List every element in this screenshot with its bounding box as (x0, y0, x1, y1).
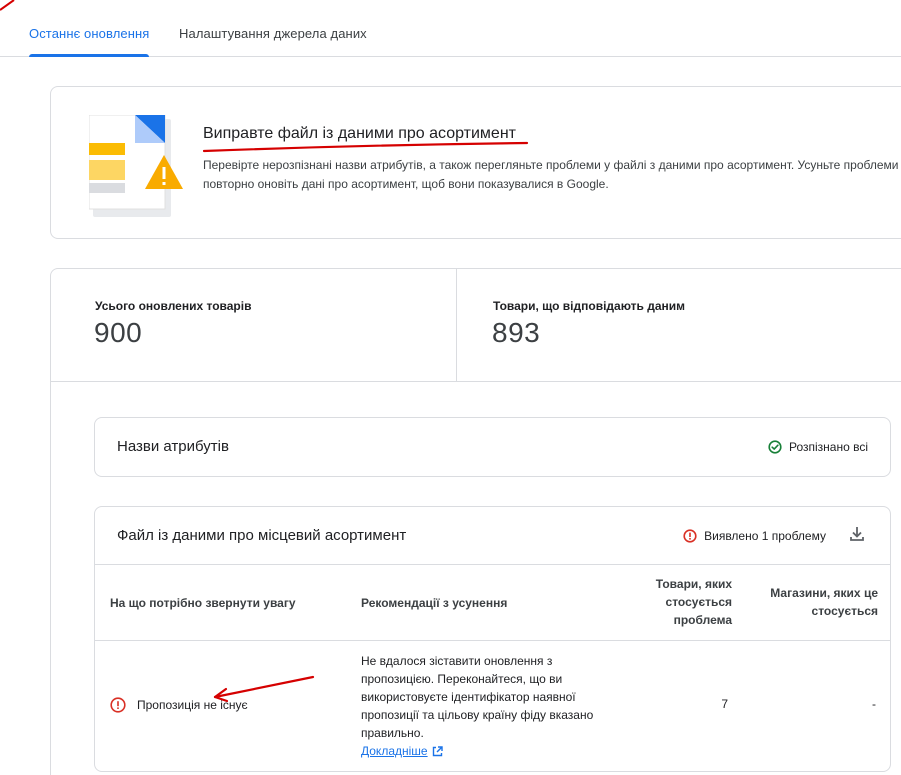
alert-description: Перевірте нерозпізнані назви атрибутів, … (203, 158, 901, 191)
annotation-corner-mark (0, 0, 15, 11)
stat-divider (456, 269, 457, 381)
file-issue-status: Виявлено 1 проблему (683, 529, 826, 543)
attribute-status: Розпізнано всі (768, 440, 868, 454)
learn-more-link[interactable]: Докладніше (361, 742, 443, 760)
document-warning-icon (89, 115, 183, 217)
error-icon (110, 697, 126, 713)
file-card-title: Файл із даними про місцевий асортимент (117, 527, 407, 544)
download-icon[interactable] (848, 525, 866, 543)
error-icon (683, 529, 697, 543)
fix-feed-alert-card: Виправте файл із даними про асортимент П… (50, 86, 901, 239)
column-header-recommendation: Рекомендації з усунення (361, 596, 508, 610)
file-issue-status-text: Виявлено 1 проблему (704, 529, 826, 543)
attribute-names-title: Назви атрибутів (117, 438, 229, 455)
total-updated-label: Усього оновлених товарів (95, 299, 252, 313)
recommendation-text: Не вдалося зіставити оновлення з пропози… (361, 654, 594, 740)
column-header-issue: На що потрібно звернути увагу (110, 596, 296, 610)
affected-products-count: 7 (721, 697, 728, 711)
stat-divider-horizontal (51, 381, 901, 382)
annotation-underline (203, 141, 529, 153)
tab-latest-update[interactable]: Останнє оновлення (29, 26, 149, 41)
tab-bar: Останнє оновлення Налаштування джерела д… (0, 0, 901, 57)
column-header-products: Товари, яких стосується проблема (655, 577, 732, 627)
attribute-names-card[interactable]: Назви атрибутів Розпізнано всі (94, 417, 891, 477)
active-tab-indicator (29, 54, 149, 57)
column-header-stores: Магазини, яких це стосується (770, 586, 878, 618)
check-circle-icon (768, 440, 782, 454)
total-updated-value: 900 (94, 317, 143, 348)
issues-table-header: На що потрібно звернути увагу Рекомендац… (95, 564, 890, 641)
local-inventory-file-card: Файл із даними про місцевий асортимент В… (94, 506, 891, 772)
matched-products-label: Товари, що відповідають даним (493, 299, 686, 313)
open-in-new-icon (432, 745, 443, 756)
learn-more-label: Докладніше (361, 744, 428, 758)
table-row-recommendation: Не вдалося зіставити оновлення з пропози… (361, 652, 601, 760)
matched-products-value: 893 (492, 317, 541, 348)
affected-stores-count: - (872, 697, 876, 711)
tab-data-source-settings[interactable]: Налаштування джерела даних (179, 26, 367, 41)
annotation-arrow (213, 675, 315, 703)
attribute-status-text: Розпізнано всі (788, 440, 868, 454)
